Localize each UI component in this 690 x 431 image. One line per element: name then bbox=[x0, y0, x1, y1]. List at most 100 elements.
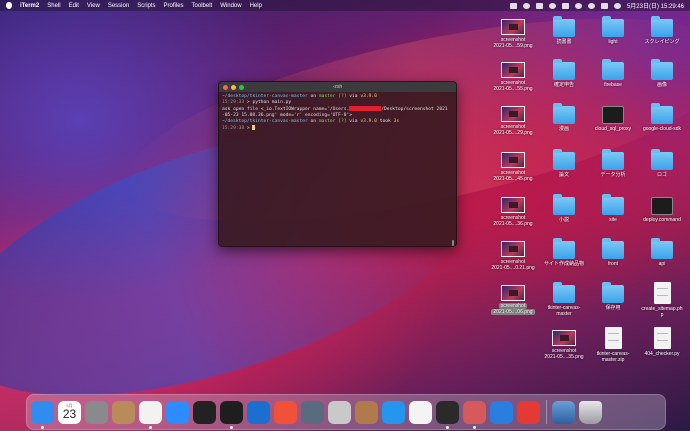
terminal-titlebar[interactable]: -zsh bbox=[219, 82, 456, 92]
executable-icon bbox=[651, 197, 673, 215]
desktop-item-label: 2021-05....35.png bbox=[544, 354, 584, 360]
desktop-item[interactable]: tkinter-canvas-master.zip bbox=[591, 325, 635, 363]
arduino-icon[interactable] bbox=[490, 400, 513, 424]
zoom-icon[interactable] bbox=[166, 400, 189, 424]
menu-session[interactable]: Session bbox=[108, 3, 129, 9]
desktop-item[interactable]: 漫画 bbox=[542, 101, 586, 132]
swift-playgrounds-icon[interactable] bbox=[274, 400, 297, 424]
iterm-icon[interactable] bbox=[436, 400, 459, 429]
wifi-icon[interactable] bbox=[574, 2, 582, 9]
desktop-item[interactable]: サイト作成納品物 bbox=[542, 236, 586, 267]
prompt-text: took bbox=[376, 119, 394, 124]
vscode-icon[interactable] bbox=[247, 400, 270, 424]
image-thumbnail-icon bbox=[501, 106, 525, 122]
desktop-item[interactable]: 404_checker.py bbox=[640, 325, 684, 357]
desktop-item[interactable]: screenshot 2021-05....55.png bbox=[491, 57, 535, 92]
search-icon[interactable] bbox=[587, 2, 595, 9]
menu-edit[interactable]: Edit bbox=[69, 3, 79, 9]
menu-profiles[interactable]: Profiles bbox=[164, 3, 184, 9]
menu-window[interactable]: Window bbox=[220, 3, 241, 9]
desktop-item-label: front bbox=[607, 261, 618, 267]
quicktime-icon[interactable] bbox=[301, 400, 324, 424]
chrome-icon[interactable] bbox=[139, 400, 162, 429]
terminal-line: 15:29:38 > bbox=[222, 125, 453, 132]
battery-icon[interactable] bbox=[561, 2, 569, 9]
desktop-item-label: deploy.command bbox=[643, 217, 681, 223]
desktop-item[interactable]: firebase bbox=[591, 57, 635, 88]
desktop-item-label: 論文 bbox=[558, 172, 569, 178]
desktop-item[interactable]: site bbox=[591, 192, 635, 223]
menu-view[interactable]: View bbox=[87, 3, 100, 9]
box-icon[interactable] bbox=[355, 400, 378, 424]
contacts-icon[interactable] bbox=[112, 400, 135, 424]
desktop-item[interactable]: api bbox=[640, 236, 684, 267]
desktop-item[interactable]: screenshot 2021-05....36.png bbox=[491, 192, 535, 227]
desktop-item-label: スクレイピング bbox=[644, 39, 680, 45]
menu-app[interactable]: iTerm2 bbox=[20, 3, 39, 9]
desktop-item[interactable]: スクレイピング bbox=[640, 14, 684, 45]
desktop-item[interactable]: 確定申告 bbox=[542, 57, 586, 88]
clock-icon[interactable] bbox=[517, 400, 540, 424]
menu-bar: iTerm2 Shell Edit View Session Scripts P… bbox=[0, 0, 690, 11]
menu-clock[interactable]: 5月23日(日) 15:29:46 bbox=[627, 1, 684, 10]
desktop-item[interactable]: 保存用 bbox=[591, 280, 635, 311]
status-area: 5月23日(日) 15:29:46 bbox=[509, 0, 684, 11]
desktop-item[interactable]: front bbox=[591, 236, 635, 267]
desktop-item-label: 2021-05....55.png bbox=[493, 86, 533, 92]
desktop-item[interactable]: screenshot 2021-05....45.png bbox=[491, 147, 535, 182]
desktop-item[interactable]: screenshot 2021-05....0.21.png bbox=[491, 236, 535, 271]
sync-icon[interactable] bbox=[548, 2, 556, 9]
desktop-item[interactable]: deploy.command bbox=[640, 192, 684, 223]
document-icon bbox=[653, 282, 671, 304]
desktop-item[interactable]: tkinter-canvas-master bbox=[542, 280, 586, 317]
calendar-icon[interactable]: 5月 23 bbox=[58, 400, 81, 424]
trash-icon[interactable] bbox=[579, 400, 602, 424]
apple-icon[interactable] bbox=[6, 2, 12, 9]
menu-toolbelt[interactable]: Toolbelt bbox=[192, 3, 213, 9]
desktop-item[interactable]: create_sitemap.ph p bbox=[640, 280, 684, 318]
folder-icon bbox=[651, 16, 673, 37]
folder-icon bbox=[602, 238, 624, 259]
image-thumbnail-icon bbox=[501, 152, 525, 168]
desktop-item[interactable]: screenshot 2021-05....35.png bbox=[542, 325, 586, 360]
desktop-item[interactable]: ロゴ bbox=[640, 147, 684, 178]
running-indicator bbox=[446, 425, 449, 429]
desktop-item[interactable]: 論文 bbox=[542, 147, 586, 178]
terminal-scrollbar[interactable] bbox=[452, 240, 454, 246]
desktop-item[interactable]: データ分析 bbox=[591, 147, 635, 178]
sourcetree-icon[interactable] bbox=[409, 400, 432, 424]
downloads-stack-icon[interactable] bbox=[552, 400, 575, 424]
desktop-item[interactable]: 画像 bbox=[640, 57, 684, 88]
menu-shell[interactable]: Shell bbox=[47, 3, 60, 9]
desktop-item[interactable]: screenshot 2021-05....06.png bbox=[491, 280, 535, 315]
prompt-time: 15:29:33 bbox=[222, 100, 245, 105]
terminal-output[interactable]: ~/desktop/tkinter-canvas-master on maste… bbox=[219, 92, 456, 134]
image-thumbnail-icon bbox=[501, 241, 525, 257]
terminal-icon[interactable] bbox=[220, 400, 243, 429]
desktop-item-label: p bbox=[660, 312, 664, 318]
paypal-icon[interactable] bbox=[535, 2, 543, 9]
menu-scripts[interactable]: Scripts bbox=[137, 3, 155, 9]
desktop-item[interactable]: cloud_sql_proxy bbox=[591, 101, 635, 132]
terminal-window[interactable]: -zsh ~/desktop/tkinter-canvas-master on … bbox=[218, 81, 457, 247]
executable-icon bbox=[602, 106, 624, 124]
desktop-item[interactable]: 小説 bbox=[542, 192, 586, 223]
siri-icon[interactable] bbox=[613, 2, 621, 9]
system-preferences-icon[interactable] bbox=[85, 400, 108, 424]
sequel-pro-icon[interactable] bbox=[328, 400, 351, 424]
desktop-item[interactable]: light bbox=[591, 14, 635, 45]
prompt-text: on bbox=[307, 94, 319, 99]
control-center-icon[interactable] bbox=[600, 2, 608, 9]
cloud-icon[interactable] bbox=[509, 2, 517, 9]
desktop-item[interactable]: 読書書 bbox=[542, 14, 586, 45]
menu-help[interactable]: Help bbox=[250, 3, 262, 9]
desktop-item[interactable]: google-cloud-sdk bbox=[640, 101, 684, 132]
preview-icon[interactable] bbox=[463, 400, 486, 429]
desktop-item[interactable]: screenshot 2021-05....29.png bbox=[491, 101, 535, 136]
finder-icon[interactable] bbox=[31, 400, 54, 429]
desktop-item[interactable]: screenshot 2021-05....59.png bbox=[491, 14, 535, 49]
desktop-item-label: light bbox=[608, 39, 618, 45]
activity-monitor-icon[interactable] bbox=[193, 400, 216, 424]
record-icon[interactable] bbox=[522, 2, 530, 9]
docker-icon[interactable] bbox=[382, 400, 405, 424]
